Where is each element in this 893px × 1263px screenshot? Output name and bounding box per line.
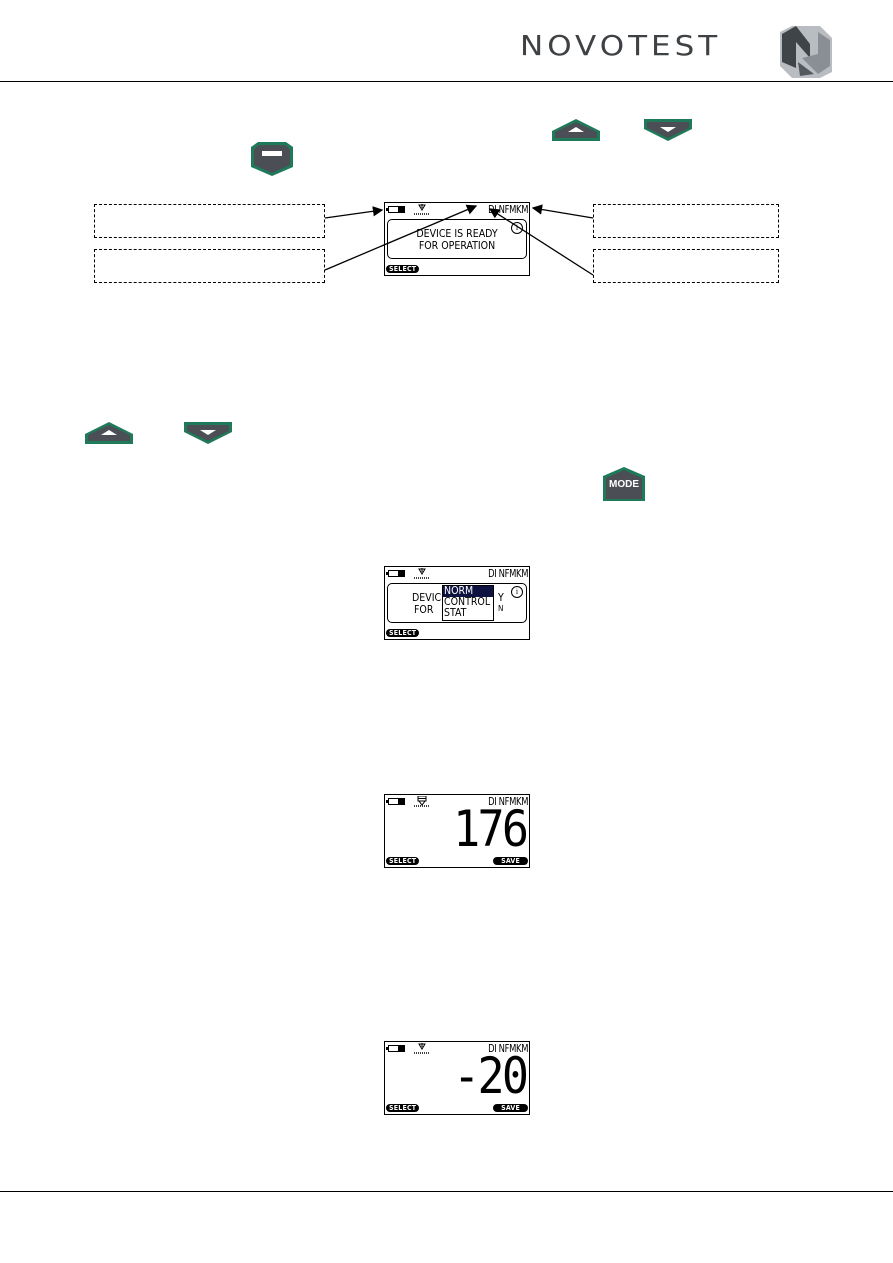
callout-material <box>593 249 779 283</box>
softkey-select: SELECT <box>386 1104 420 1112</box>
probe-icon <box>414 1043 430 1054</box>
enter-key-icon[interactable] <box>250 141 294 177</box>
callout-mode <box>94 249 325 283</box>
mode-indicator: DI NFMKM <box>487 203 528 216</box>
lcd-screen-reading: DI NFMKM 176 SELECT SAVE <box>384 794 530 868</box>
softkey-select: SELECT <box>386 265 420 273</box>
mode-button[interactable]: MODE <box>602 466 646 502</box>
battery-icon <box>386 206 405 213</box>
probe-icon <box>414 568 430 579</box>
battery-icon <box>386 798 405 805</box>
message-right-2: N <box>498 604 504 613</box>
lcd-screen-reading-negative: DI NFMKM -20 SELECT SAVE <box>384 1041 530 1115</box>
menu-item-control[interactable]: CONTROL <box>443 597 493 608</box>
novotest-n-logo-icon <box>780 26 832 78</box>
message-line-2: FOR OPERATION <box>418 240 496 252</box>
softkey-save: SAVE <box>493 857 528 865</box>
info-icon: i <box>511 586 523 598</box>
brand-name: NOVOTEST <box>520 30 722 63</box>
probe-icon <box>414 204 430 215</box>
arrow-down-key-icon[interactable] <box>183 421 233 445</box>
lcd-screen-ready: DI NFMKM i DEVICE IS READY FOR OPERATION… <box>384 202 530 276</box>
arrow-up-key-icon[interactable] <box>84 421 134 445</box>
probe-contact-icon <box>414 796 430 807</box>
battery-icon <box>386 1045 405 1052</box>
arrow-up-key-icon[interactable] <box>551 118 601 142</box>
callout-battery <box>94 204 325 238</box>
arrow-down-key-icon[interactable] <box>643 118 693 142</box>
lcd-screen-mode-menu: DI NFMKM i DEVIC FOR Y N NORM CONTROL ST… <box>384 566 530 640</box>
softkey-select: SELECT <box>386 857 420 865</box>
message-line-1: DEVIC <box>412 592 442 604</box>
callout-units <box>593 204 779 238</box>
mode-indicator: DI NFMKM <box>487 567 528 580</box>
message-line-2: FOR <box>414 604 434 616</box>
measurement-value: 176 <box>452 800 529 858</box>
footer-divider <box>0 1191 893 1192</box>
message-right-1: Y <box>498 592 504 604</box>
softkey-select: SELECT <box>386 629 420 637</box>
menu-item-norm[interactable]: NORM <box>443 586 493 597</box>
measurement-value: -20 <box>452 1047 529 1105</box>
battery-icon <box>386 570 405 577</box>
menu-item-stat[interactable]: STAT <box>443 608 493 619</box>
mode-menu: NORM CONTROL STAT <box>442 585 494 621</box>
softkey-save: SAVE <box>493 1104 528 1112</box>
message-line-1: DEVICE IS READY <box>416 228 498 240</box>
mode-button-label: MODE <box>609 479 639 490</box>
header-divider <box>0 81 893 82</box>
message-frame: i DEVICE IS READY FOR OPERATION <box>387 219 527 259</box>
